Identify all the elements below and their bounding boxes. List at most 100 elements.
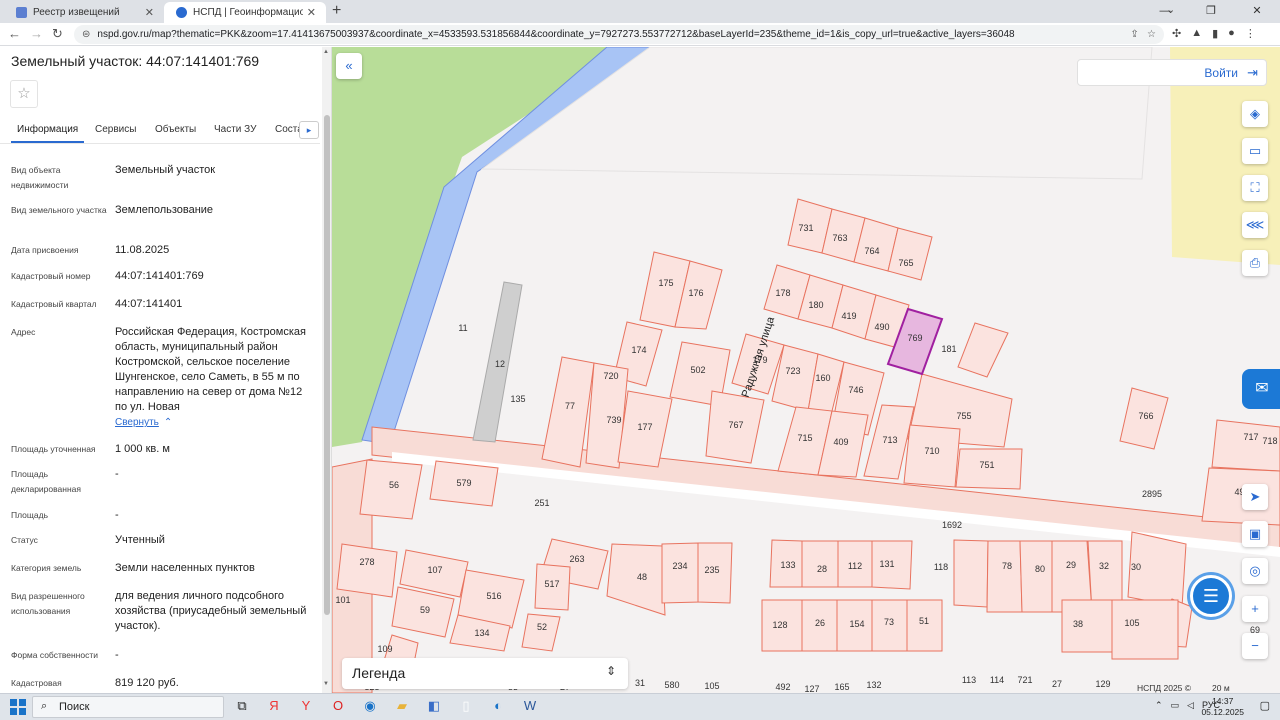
panel-scrollbar[interactable]: ▲ ▼ xyxy=(322,47,331,693)
cadastral-parcel[interactable] xyxy=(953,539,989,608)
cadastral-parcel[interactable] xyxy=(1019,540,1053,613)
word-icon[interactable]: W xyxy=(520,698,540,714)
collapse-panel-icon[interactable]: « xyxy=(336,53,362,79)
select-area-icon[interactable]: ⛶ xyxy=(1242,175,1268,201)
cadastral-parcel[interactable] xyxy=(1061,599,1115,653)
sidepanel-icon[interactable]: ▮ xyxy=(1212,27,1218,40)
cadastral-parcel[interactable] xyxy=(957,322,1009,378)
legend-dropdown[interactable]: Легенда ⇕ xyxy=(342,658,628,689)
cadastral-parcel[interactable] xyxy=(1111,599,1179,660)
clock[interactable]: 14:37 05.12.2025 xyxy=(1201,696,1244,718)
notifications-icon[interactable]: ▢ xyxy=(1260,699,1270,712)
restore-icon[interactable]: ❐ xyxy=(1188,0,1234,23)
parcel-label: 2895 xyxy=(1142,489,1162,499)
browser-tab[interactable]: Реестр извещений ✕ xyxy=(4,2,164,23)
task-view-icon[interactable]: ⧉ xyxy=(232,698,252,714)
opera-icon[interactable]: O xyxy=(328,698,348,714)
field-value: Учтенный xyxy=(115,534,165,546)
scrollbar-thumb[interactable] xyxy=(324,115,330,615)
close-icon[interactable]: ✕ xyxy=(145,6,154,19)
tab-parts[interactable]: Части ЗУ xyxy=(214,124,256,135)
copyright-text: НСПД 2025 © xyxy=(1137,683,1192,693)
field-label: Вид земельного участка xyxy=(11,205,107,215)
feedback-icon[interactable]: ✉ xyxy=(1242,369,1280,409)
minimize-icon[interactable]: — xyxy=(1142,0,1188,23)
chrome-icon[interactable]: ◐ xyxy=(488,698,508,714)
zoom-out-icon[interactable]: − xyxy=(1242,633,1268,659)
file-icon[interactable]: ▯ xyxy=(456,698,476,714)
collapse-label: Свернуть xyxy=(115,417,159,428)
cadastral-parcel[interactable] xyxy=(986,540,1023,613)
field-label: Вид разрешенного использования xyxy=(11,591,85,616)
cadastral-parcel[interactable] xyxy=(661,542,701,604)
reload-icon[interactable]: ↻ xyxy=(52,26,63,42)
location-search-icon[interactable]: ◎ xyxy=(1242,558,1268,584)
parcel-label: 105 xyxy=(1124,618,1139,628)
parcel-label: 177 xyxy=(637,422,652,432)
profile-icon[interactable]: ● xyxy=(1228,27,1235,40)
parcel-label: 710 xyxy=(924,446,939,456)
browser-tab-active[interactable]: НСПД | Геоинформационный п ✕ xyxy=(164,2,326,23)
field-label: Адрес xyxy=(11,327,36,337)
login-button[interactable]: Войти ⇥ xyxy=(1077,59,1267,86)
scroll-up-icon[interactable]: ▲ xyxy=(323,49,329,55)
cadastral-parcel[interactable] xyxy=(521,613,561,652)
minimap-icon[interactable]: ▣ xyxy=(1242,521,1268,547)
print-icon[interactable]: ⎙ xyxy=(1242,250,1268,276)
extensions-icon[interactable]: ✣ xyxy=(1172,27,1181,40)
layers-icon[interactable]: ◈ xyxy=(1242,101,1268,127)
new-tab-icon[interactable]: + xyxy=(332,2,341,20)
close-icon[interactable]: ✕ xyxy=(307,6,316,19)
geolocation-icon[interactable]: ➤ xyxy=(1242,484,1268,510)
volume-icon[interactable]: ◁ xyxy=(1187,700,1194,711)
network-icon[interactable]: ◧ xyxy=(424,698,444,714)
cadastral-parcel[interactable] xyxy=(903,424,961,488)
field-label: Статус xyxy=(11,535,38,545)
cadastral-map[interactable]: 11 12 135 175 176 731 763 764 765 178 180 419 490 769… xyxy=(332,47,1280,693)
scroll-down-icon[interactable]: ▼ xyxy=(323,681,329,687)
parcel-label: 723 xyxy=(785,366,800,376)
yandex-icon[interactable]: Я xyxy=(264,698,284,714)
menu-icon[interactable]: ⋮ xyxy=(1245,27,1256,40)
tabs-next-chevron-icon[interactable]: ▸ xyxy=(299,121,319,139)
clock-date: 05.12.2025 xyxy=(1201,707,1244,717)
tab-title: НСПД | Геоинформационный п xyxy=(193,7,303,18)
windows-start-icon[interactable] xyxy=(10,699,26,715)
close-window-icon[interactable]: ✕ xyxy=(1234,0,1280,23)
tray-chevron-icon[interactable]: ⌃ xyxy=(1155,700,1163,711)
collapse-link[interactable]: Свернуть ⌃ xyxy=(115,417,172,428)
field-label: Кадастровый квартал xyxy=(11,299,97,309)
flask-icon[interactable]: ▲ xyxy=(1191,27,1202,40)
parcel-label: 133 xyxy=(780,560,795,570)
parcel-label: 78 xyxy=(1002,561,1012,571)
tab-information[interactable]: Информация xyxy=(10,124,85,143)
folder-icon[interactable]: ▰ xyxy=(392,698,412,714)
map-canvas[interactable]: 11 12 135 175 176 731 763 764 765 178 180 419 490 769… xyxy=(332,47,1280,693)
share-bookmark-icons[interactable]: ⇪ ☆ xyxy=(1130,29,1156,40)
site-info-icon[interactable]: ⊜ xyxy=(82,29,90,40)
network-tray-icon[interactable]: ▭ xyxy=(1171,700,1180,711)
zoom-in-icon[interactable]: + xyxy=(1242,596,1268,622)
field-label: Дата присвоения xyxy=(11,245,79,255)
gerb-icon xyxy=(16,7,27,18)
back-icon[interactable]: ← xyxy=(8,26,21,41)
edge-icon[interactable]: ◉ xyxy=(360,698,380,714)
parcel-label: 114 xyxy=(990,675,1004,685)
parcel-label: 178 xyxy=(775,288,790,298)
cadastral-parcel[interactable] xyxy=(336,543,398,598)
url-input[interactable]: ⊜ nspd.gov.ru/map?thematic=PKK&zoom=17.4… xyxy=(74,25,1164,44)
yandex-browser-icon[interactable]: Y xyxy=(296,698,316,714)
search-label: Поиск xyxy=(59,701,90,713)
parcel-label: 154 xyxy=(849,619,864,629)
favorite-star-icon[interactable]: ☆ xyxy=(10,80,38,108)
ruler-icon[interactable]: ▭ xyxy=(1242,138,1268,164)
taskbar-search-input[interactable]: ⌕ Поиск xyxy=(32,696,224,718)
forward-icon[interactable]: → xyxy=(30,26,43,41)
field-value: Российская Федерация, Костромская област… xyxy=(115,326,306,413)
tab-objects[interactable]: Объекты xyxy=(155,124,196,135)
tab-services[interactable]: Сервисы xyxy=(95,124,136,135)
parcel-label: 32 xyxy=(1099,561,1109,571)
parcel-label: 12 xyxy=(495,359,505,369)
share-icon[interactable]: ⋘ xyxy=(1242,212,1268,238)
chat-icon[interactable]: ☰ xyxy=(1190,575,1232,617)
